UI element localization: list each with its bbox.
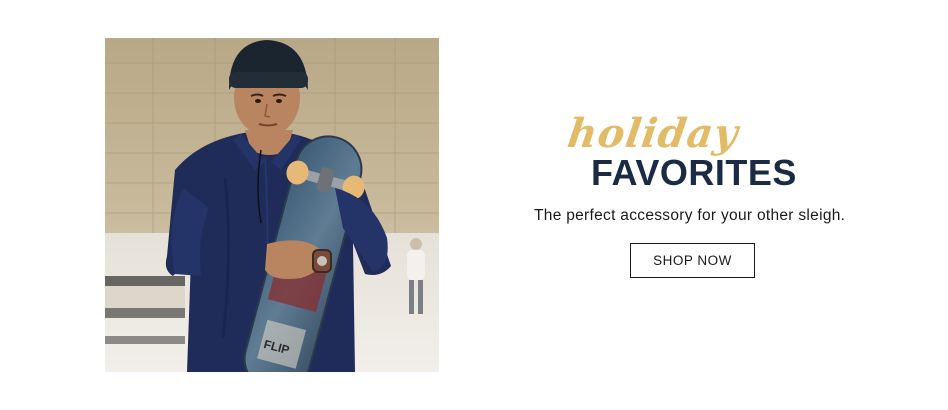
- promo-tagline: The perfect accessory for your other sle…: [534, 207, 846, 224]
- skateboarder-illustration: FLIP: [105, 38, 439, 372]
- shop-now-button[interactable]: SHOP NOW: [630, 243, 755, 278]
- favorites-heading: FAVORITES: [591, 152, 797, 193]
- holiday-promo: holiday FAVORITES The perfect accessory …: [500, 100, 900, 300]
- script-heading: holiday: [564, 110, 742, 157]
- hero-photo: FLIP: [105, 38, 439, 372]
